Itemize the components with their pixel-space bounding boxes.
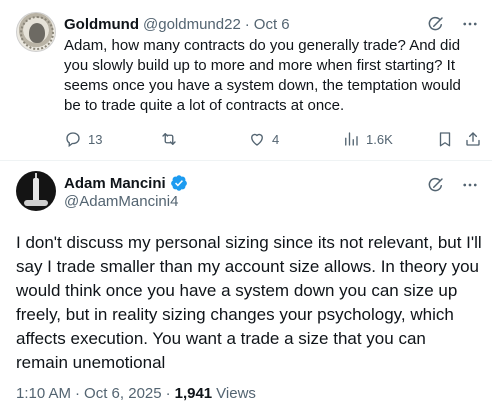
tweet-text: I don't discuss my personal sizing since… xyxy=(16,233,482,372)
reply-icon xyxy=(66,132,80,148)
reply-tweet[interactable]: Goldmund @goldmund22 · Oct 6 Adam, how m… xyxy=(0,0,492,160)
avatar-portrait xyxy=(29,23,45,43)
repost-button[interactable] xyxy=(160,128,178,150)
like-button[interactable]: 4 xyxy=(248,128,279,150)
author-handle[interactable]: @goldmund22 xyxy=(143,16,241,33)
more-icon[interactable] xyxy=(460,175,480,195)
tweet-top-icons xyxy=(426,175,480,195)
author-name-row: Adam Mancini xyxy=(64,173,188,193)
more-icon[interactable] xyxy=(460,14,480,34)
tweet-header: Goldmund @goldmund22 · Oct 6 xyxy=(64,14,290,34)
repost-icon xyxy=(162,133,176,145)
tweet-actions: 13 4 1.6K xyxy=(58,128,488,150)
verified-icon[interactable] xyxy=(170,174,188,192)
avatar-base xyxy=(24,200,48,206)
tweet-text: Adam, how many contracts do you generall… xyxy=(64,37,461,114)
avatar[interactable] xyxy=(16,171,56,211)
views-icon xyxy=(345,132,358,146)
tweet-top-icons xyxy=(426,14,480,34)
bookmark-button[interactable] xyxy=(436,128,454,150)
like-count: 4 xyxy=(272,131,280,147)
avatar-tower xyxy=(33,178,39,202)
views-count: 1.6K xyxy=(366,131,393,147)
avatar[interactable] xyxy=(16,12,56,52)
author-name[interactable]: Goldmund xyxy=(64,16,139,33)
meta-separator: · xyxy=(165,385,171,402)
tweet-date[interactable]: Oct 6, 2025 xyxy=(84,385,162,402)
author-name[interactable]: Adam Mancini xyxy=(64,175,166,192)
grok-icon[interactable] xyxy=(426,14,446,34)
meta-separator: · xyxy=(75,385,81,402)
header-separator: · xyxy=(244,15,250,33)
share-icon xyxy=(466,132,480,146)
tweet-date[interactable]: Oct 6 xyxy=(254,16,290,33)
views-label: Views xyxy=(216,385,256,402)
tweet-meta: 1:10 AM · Oct 6, 2025 · 1,941 Views xyxy=(16,385,256,402)
views-button[interactable]: 1.6K xyxy=(342,128,393,150)
share-button[interactable] xyxy=(464,128,482,150)
reply-count: 13 xyxy=(88,131,103,147)
heart-icon xyxy=(251,133,263,146)
reply-button[interactable]: 13 xyxy=(64,128,102,150)
tweet-time[interactable]: 1:10 AM xyxy=(16,385,71,402)
main-tweet: Adam Mancini @AdamMancini4 I don't discu… xyxy=(0,161,492,413)
views-count: 1,941 xyxy=(174,385,213,402)
bookmark-icon xyxy=(439,132,451,147)
grok-icon[interactable] xyxy=(426,175,446,195)
author-handle[interactable]: @AdamMancini4 xyxy=(64,193,178,210)
